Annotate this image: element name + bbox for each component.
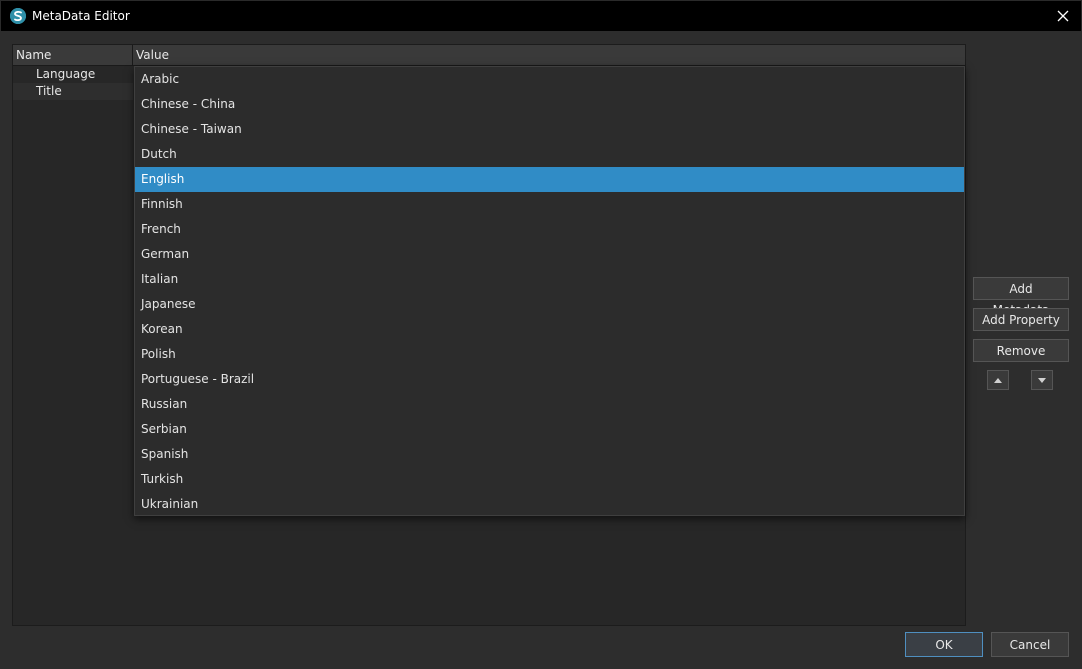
- triangle-up-icon: [994, 377, 1002, 383]
- dropdown-option-ukrainian[interactable]: Ukrainian: [135, 492, 964, 517]
- ok-button[interactable]: OK: [905, 632, 983, 657]
- dropdown-option-serbian[interactable]: Serbian: [135, 417, 964, 442]
- cancel-button[interactable]: Cancel: [991, 632, 1069, 657]
- dropdown-option-german[interactable]: German: [135, 242, 964, 267]
- dropdown-option-finnish[interactable]: Finnish: [135, 192, 964, 217]
- dropdown-option-dutch[interactable]: Dutch: [135, 142, 964, 167]
- dropdown-option-spanish[interactable]: Spanish: [135, 442, 964, 467]
- move-down-button[interactable]: [1031, 370, 1053, 390]
- s-logo-icon: [10, 8, 26, 24]
- dropdown-option-italian[interactable]: Italian: [135, 267, 964, 292]
- add-property-button[interactable]: Add Property: [973, 308, 1069, 331]
- window-title: MetaData Editor: [32, 9, 130, 23]
- tree-row-language[interactable]: Language: [13, 66, 133, 83]
- dropdown-option-arabic[interactable]: Arabic: [135, 67, 964, 92]
- triangle-down-icon: [1038, 377, 1046, 383]
- dropdown-option-chinese-china[interactable]: Chinese - China: [135, 92, 964, 117]
- dropdown-option-chinese-taiwan[interactable]: Chinese - Taiwan: [135, 117, 964, 142]
- close-icon: [1057, 10, 1069, 22]
- tree-header: Name Value: [13, 45, 965, 66]
- remove-button[interactable]: Remove: [973, 339, 1069, 362]
- dropdown-option-japanese[interactable]: Japanese: [135, 292, 964, 317]
- add-metadata-button[interactable]: Add Metadata: [973, 277, 1069, 317]
- dropdown-option-turkish[interactable]: Turkish: [135, 467, 964, 492]
- title-bar: MetaData Editor: [0, 0, 1082, 31]
- language-dropdown-list[interactable]: Arabic Chinese - China Chinese - Taiwan …: [134, 66, 965, 516]
- column-header-value[interactable]: Value: [133, 45, 965, 65]
- column-header-name[interactable]: Name: [13, 45, 133, 65]
- dropdown-option-portuguese-brazil[interactable]: Portuguese - Brazil: [135, 367, 964, 392]
- dropdown-option-french[interactable]: French: [135, 217, 964, 242]
- move-up-button[interactable]: [987, 370, 1009, 390]
- dropdown-option-english[interactable]: English: [135, 167, 964, 192]
- dropdown-option-korean[interactable]: Korean: [135, 317, 964, 342]
- tree-row-title[interactable]: Title: [13, 83, 133, 100]
- dropdown-option-polish[interactable]: Polish: [135, 342, 964, 367]
- close-button[interactable]: [1049, 2, 1077, 30]
- dropdown-option-russian[interactable]: Russian: [135, 392, 964, 417]
